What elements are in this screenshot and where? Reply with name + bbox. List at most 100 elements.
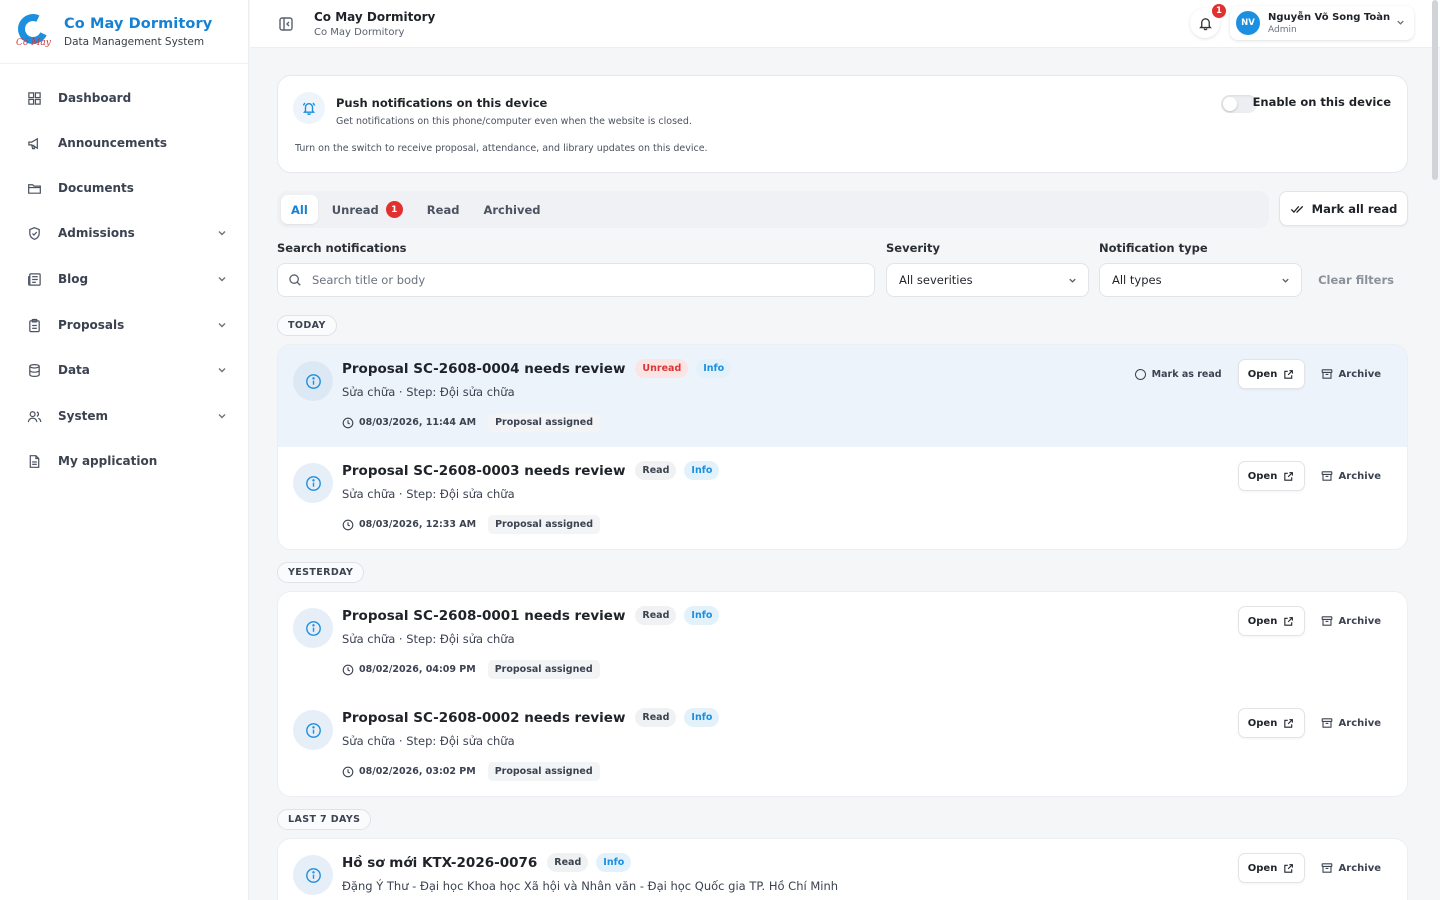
open-button[interactable]: Open: [1237, 359, 1305, 389]
notification-group: YESTERDAY Proposal SC-2608-0001 needs rev…: [277, 562, 1408, 797]
archive-icon: [1321, 471, 1332, 481]
archive-label: Archive: [1338, 615, 1381, 627]
sidebar-item-announcements[interactable]: Announcements: [0, 121, 248, 165]
clear-filters-button[interactable]: Clear filters: [1318, 273, 1394, 287]
sidebar-item-my-application[interactable]: My application: [0, 439, 248, 483]
notification-tabs: All Unread 1 Read Archived: [277, 191, 1269, 228]
sidebar-item-label: Blog: [58, 272, 89, 286]
group-label: TODAY: [277, 315, 337, 336]
sidebar-item-system[interactable]: System: [0, 394, 248, 438]
tab-label: Read: [426, 202, 460, 217]
tab-all[interactable]: All: [281, 195, 318, 224]
notification-list: Proposal SC-2608-0001 needs review Read In…: [277, 591, 1408, 797]
push-title: Push notifications on this device: [336, 96, 548, 110]
notification-item[interactable]: Hồ sơ mới KTX-2026-0076 Read Info Đặng Ý Th…: [278, 839, 1407, 900]
mark-as-read-button[interactable]: Mark as read: [1134, 368, 1222, 380]
sidebar-item-label: Announcements: [58, 136, 168, 150]
open-button[interactable]: Open: [1237, 461, 1305, 491]
archive-button[interactable]: Archive: [1321, 470, 1381, 482]
info-icon: [293, 608, 333, 648]
sidebar-item-label: Data: [58, 363, 90, 377]
mark-all-read-button[interactable]: Mark all read: [1279, 191, 1408, 226]
top-header: Co May Dormitory Co May Dormitory 1 NV N…: [250, 0, 1440, 48]
severity-select[interactable]: All severities: [886, 263, 1089, 297]
info-icon: [293, 463, 333, 503]
sidebar-item-label: My application: [58, 454, 158, 468]
sidebar-item-dashboard[interactable]: Dashboard: [0, 76, 248, 120]
notification-group: LAST 7 DAYS Hồ sơ mới KTX-2026-0076 Read In…: [277, 809, 1408, 900]
double-check-icon: [1290, 205, 1303, 213]
notification-body: Sửa chữa · Step: Đội sửa chữa: [342, 385, 515, 399]
tab-archived[interactable]: Archived: [473, 195, 550, 224]
search-field[interactable]: [277, 263, 875, 297]
push-notifications-card: Push notifications on this device Get no…: [277, 75, 1408, 173]
archive-button[interactable]: Archive: [1321, 368, 1381, 380]
user-menu[interactable]: NV Nguyễn Võ Song Toàn Admin: [1230, 6, 1414, 40]
tab-unread[interactable]: Unread 1: [322, 195, 413, 224]
megaphone-icon: [26, 135, 42, 151]
notification-item[interactable]: Proposal SC-2608-0004 needs review Unread…: [278, 345, 1407, 447]
chevron-down-icon: [1069, 278, 1076, 283]
page-subtitle: Co May Dormitory: [314, 26, 405, 38]
sidebar-item-label: Dashboard: [58, 91, 132, 105]
info-icon: [293, 710, 333, 750]
sidebar-item-documents[interactable]: Documents: [0, 166, 248, 210]
sidebar-collapse-icon[interactable]: [278, 16, 294, 32]
search-icon: [289, 274, 301, 286]
archive-button[interactable]: Archive: [1321, 862, 1381, 874]
search-input[interactable]: [312, 273, 852, 287]
brand[interactable]: Cô May Co May Dormitory Data Management …: [0, 0, 248, 64]
user-name: Nguyễn Võ Song Toàn: [1268, 11, 1391, 23]
archive-button[interactable]: Archive: [1321, 717, 1381, 729]
archive-label: Archive: [1338, 470, 1381, 482]
notification-title: Proposal SC-2608-0002 needs review: [342, 709, 626, 726]
sidebar-item-admissions[interactable]: Admissions: [0, 211, 248, 255]
notification-type-tag: Proposal assigned: [487, 762, 600, 781]
sidebar-nav: Dashboard Announcements Documents Admission…: [0, 64, 248, 483]
unread-count-badge: 1: [385, 201, 403, 218]
notification-title: Proposal SC-2608-0001 needs review: [342, 607, 626, 624]
document-icon: [26, 453, 42, 469]
notification-item[interactable]: Proposal SC-2608-0001 needs review Read In…: [278, 592, 1407, 694]
user-role: Admin: [1268, 24, 1297, 35]
notification-type-select[interactable]: All types: [1099, 263, 1302, 297]
chevron-down-icon: [1282, 278, 1289, 283]
group-label: YESTERDAY: [277, 562, 365, 583]
sidebar-item-proposals[interactable]: Proposals: [0, 303, 248, 347]
folder-icon: [26, 180, 42, 196]
open-button[interactable]: Open: [1237, 606, 1305, 636]
type-label: Notification type: [1099, 241, 1208, 255]
notification-list: Hồ sơ mới KTX-2026-0076 Read Info Đặng Ý Th…: [277, 838, 1408, 900]
search-label: Search notifications: [277, 241, 407, 255]
sidebar-item-data[interactable]: Data: [0, 348, 248, 392]
severity-badge: Info: [684, 708, 720, 727]
sidebar-item-blog[interactable]: Blog: [0, 257, 248, 301]
external-link-icon: [1284, 369, 1294, 379]
push-description: Get notifications on this phone/computer…: [336, 116, 692, 127]
notification-item[interactable]: Proposal SC-2608-0003 needs review Read In…: [278, 447, 1407, 549]
brand-subtitle: Data Management System: [64, 35, 205, 48]
archive-button[interactable]: Archive: [1321, 615, 1381, 627]
archive-label: Archive: [1338, 717, 1381, 729]
external-link-icon: [1284, 471, 1294, 481]
open-label: Open: [1247, 470, 1278, 482]
tab-read[interactable]: Read: [417, 195, 470, 224]
external-link-icon: [1284, 616, 1294, 626]
notification-item[interactable]: Proposal SC-2608-0002 needs review Read In…: [278, 694, 1407, 796]
notification-list: Proposal SC-2608-0004 needs review Unread…: [277, 344, 1408, 550]
scrollbar[interactable]: [1432, 0, 1438, 180]
brand-logo: Cô May: [13, 9, 53, 50]
push-note: Turn on the switch to receive proposal, …: [295, 143, 708, 154]
brand-name: Co May Dormitory: [64, 15, 213, 32]
chevron-down-icon: [218, 277, 226, 282]
notification-title: Hồ sơ mới KTX-2026-0076: [342, 854, 538, 871]
open-button[interactable]: Open: [1237, 708, 1305, 738]
status-badge: Unread: [635, 359, 689, 378]
notifications-button[interactable]: 1: [1190, 4, 1226, 38]
sidebar-item-label: Admissions: [58, 226, 135, 240]
tab-label: Archived: [483, 202, 541, 217]
open-button[interactable]: Open: [1237, 853, 1305, 883]
open-label: Open: [1247, 615, 1278, 627]
clipboard-icon: [26, 317, 42, 333]
notification-body: Sửa chữa · Step: Đội sửa chữa: [342, 734, 515, 748]
